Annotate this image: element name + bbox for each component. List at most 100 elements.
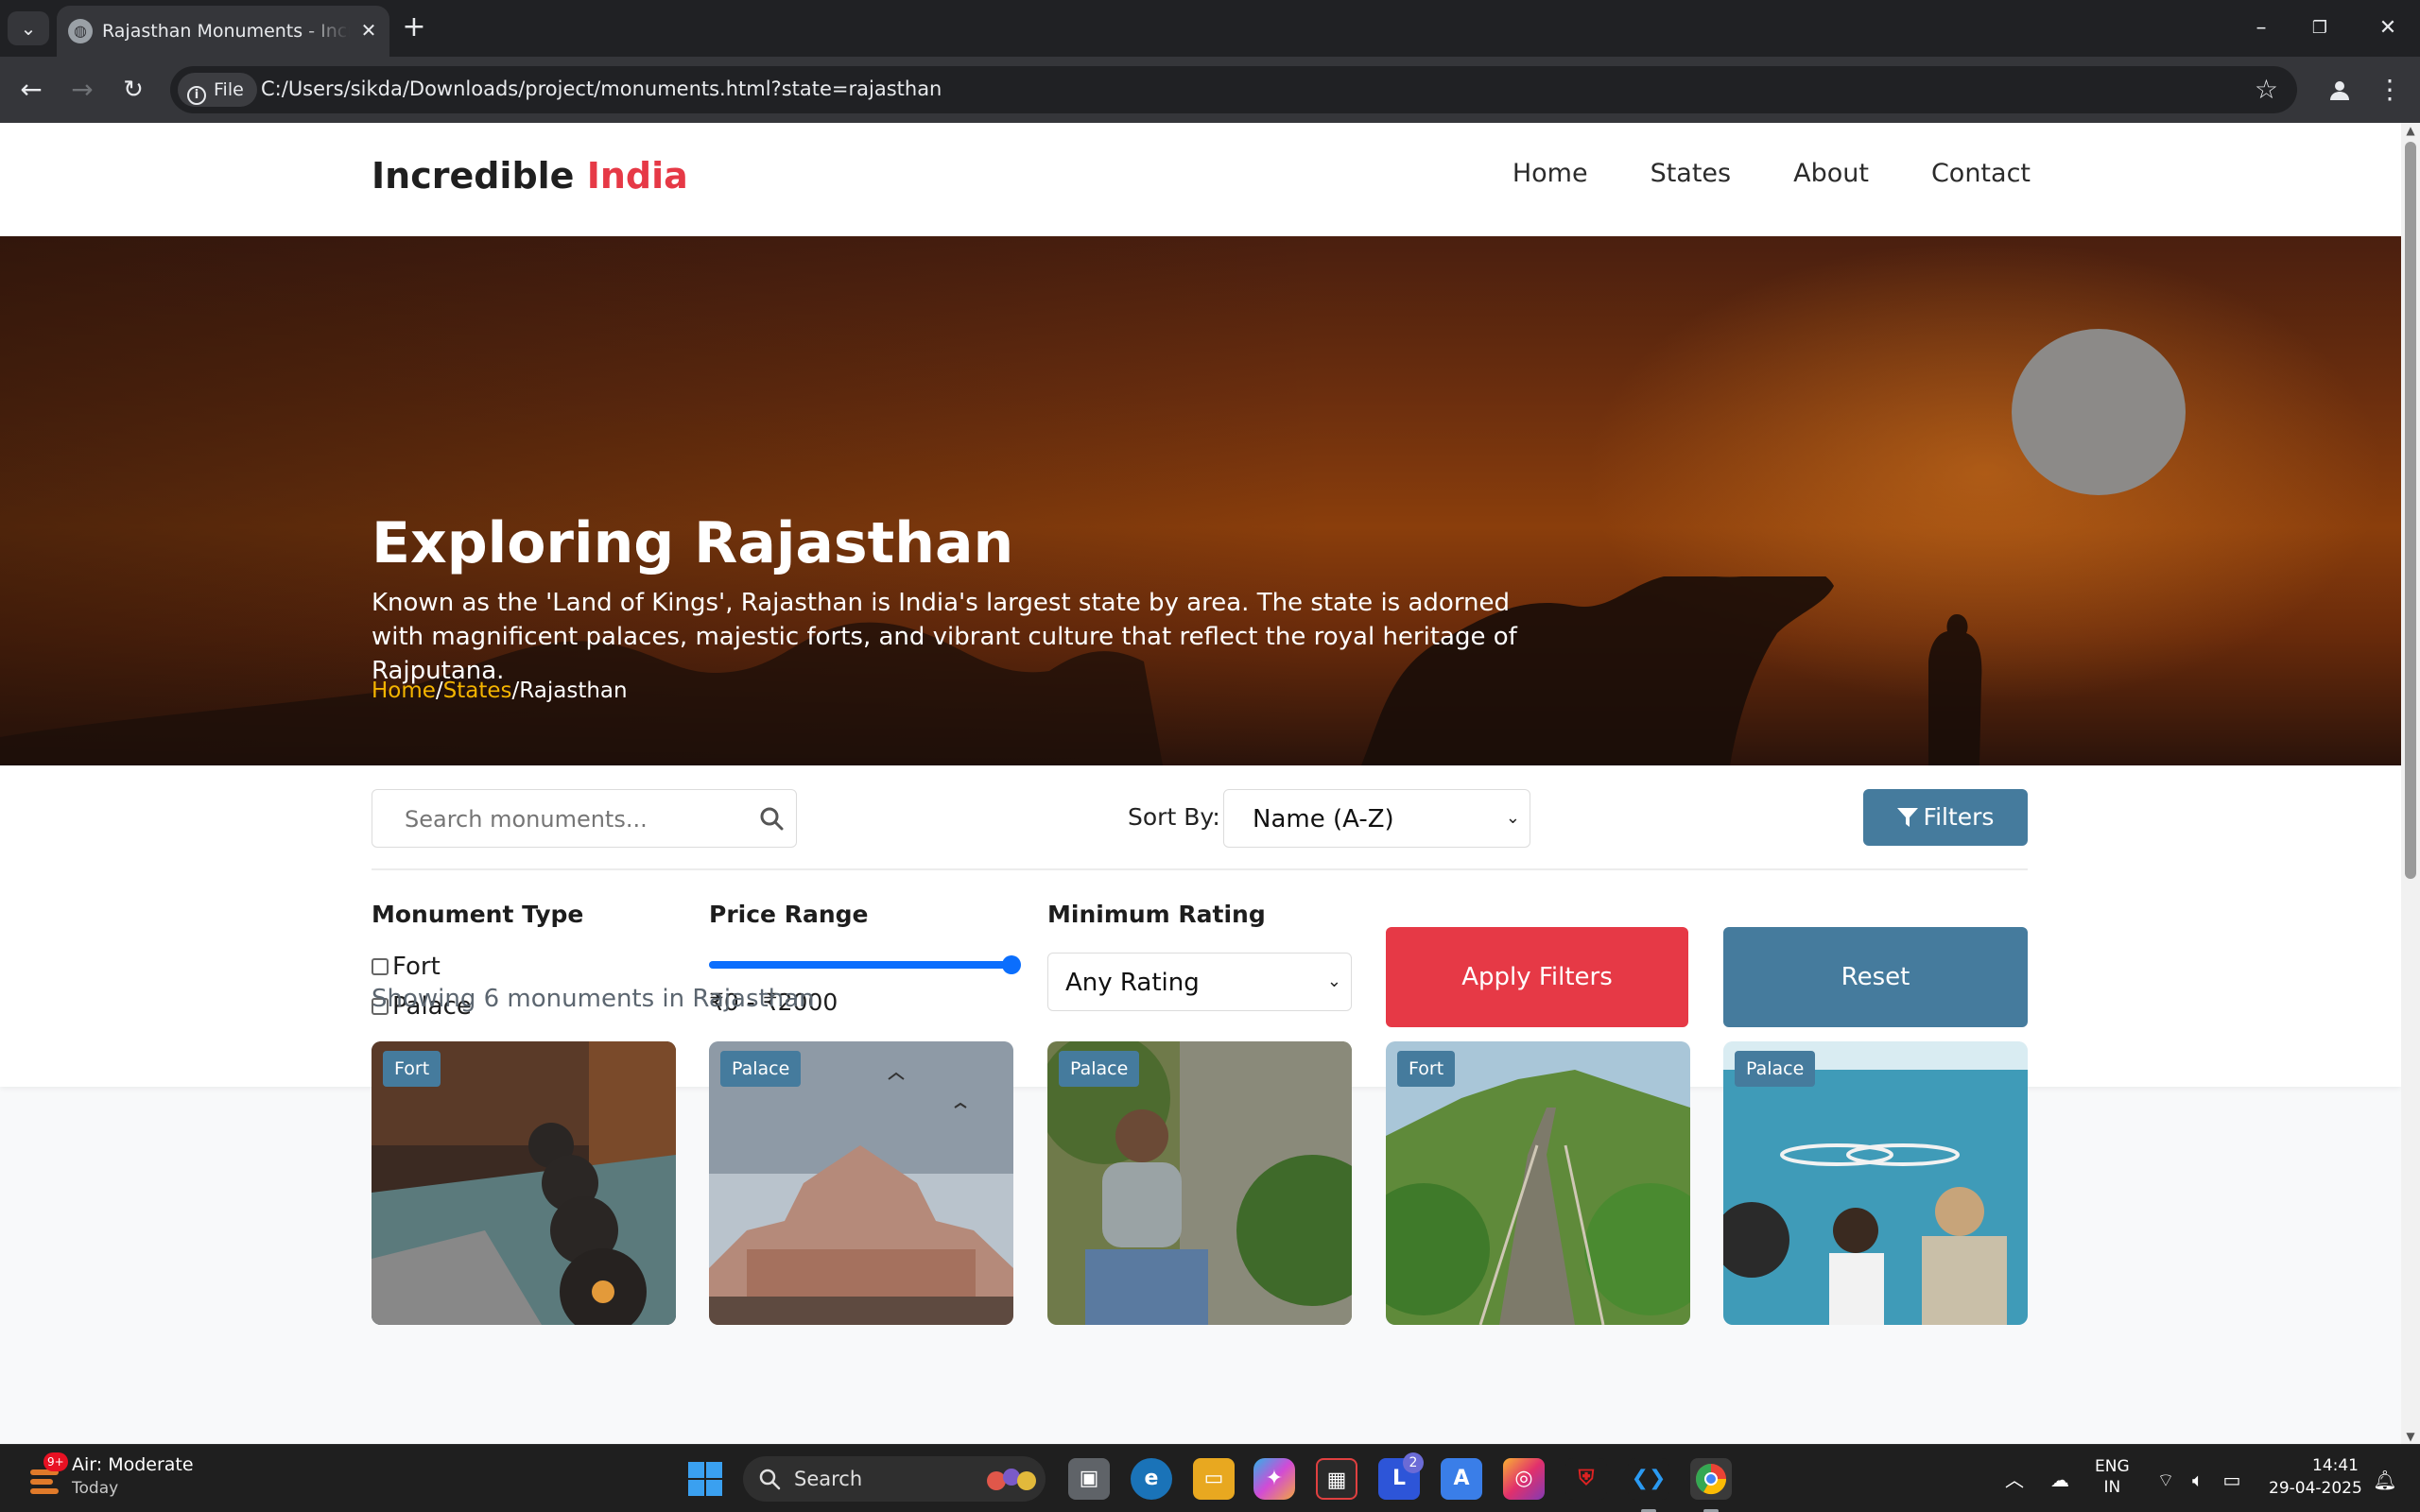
monument-card[interactable]: Palace [1047, 1041, 1352, 1325]
search-icon[interactable] [759, 806, 784, 831]
browser-tab-strip: ⌄ ◍ Rajasthan Monuments - Incredible Ind… [0, 0, 2420, 57]
show-hidden-icons-chevron-icon[interactable]: ︿ [2002, 1468, 2027, 1492]
site-info-chip[interactable]: i File [178, 73, 257, 107]
edge-browser-icon[interactable]: e [1131, 1458, 1172, 1500]
bookmark-star-icon[interactable]: ☆ [2255, 74, 2278, 105]
card-type-badge: Fort [1397, 1051, 1456, 1087]
profile-icon[interactable] [2320, 70, 2360, 110]
scrollbar-thumb[interactable] [2405, 142, 2416, 879]
input-language-indicator[interactable]: ENG IN [2095, 1456, 2130, 1498]
sort-label: Sort By: [1128, 803, 1220, 831]
panel-divider [372, 868, 2028, 870]
notification-bell-icon[interactable]: 🔔︎ [2373, 1468, 2397, 1492]
page-scrollbar[interactable]: ▲ ▼ [2401, 123, 2420, 1444]
vscode-icon[interactable]: ❮❯ [1628, 1458, 1669, 1512]
sort-select[interactable]: Name (A-Z) ⌄ [1223, 789, 1530, 848]
new-tab-plus-icon[interactable]: + [397, 11, 431, 45]
site-logo[interactable]: Incredible India [372, 155, 688, 197]
task-view-icon[interactable]: ▣ [1068, 1458, 1110, 1500]
clock-time: 14:41 [2312, 1456, 2359, 1475]
windows-start-icon[interactable] [688, 1462, 722, 1496]
sort-selected-value: Name (A-Z) [1253, 805, 1394, 833]
chevron-down-icon: ⌄ [1326, 971, 1341, 991]
wifi-icon[interactable]: ⌔ [2153, 1468, 2178, 1492]
hero-banner: Exploring Rajasthan Known as the 'Land o… [0, 236, 2401, 765]
reset-button[interactable]: Reset [1723, 927, 2028, 1027]
tab-search-chevron-icon[interactable]: ⌄ [8, 11, 49, 45]
monument-card[interactable]: Fort [1386, 1041, 1690, 1325]
sun-disc [2012, 329, 2186, 495]
reload-icon[interactable]: ↻ [113, 70, 153, 110]
apply-filters-button[interactable]: Apply Filters [1386, 927, 1688, 1027]
l-app-icon[interactable]: L2 [1378, 1452, 1424, 1500]
copilot-icon[interactable]: ✦ [1253, 1458, 1295, 1500]
card-type-badge: Palace [720, 1051, 802, 1087]
taskbar-search-box[interactable]: Search [743, 1456, 1046, 1502]
chevron-down-icon: ⌄ [1505, 808, 1520, 828]
minimize-icon[interactable]: – [2240, 9, 2282, 47]
breadcrumb-current: Rajasthan [519, 679, 628, 703]
fort-checkbox-label[interactable]: Fort [392, 953, 441, 981]
info-icon: i [187, 86, 206, 105]
system-clock[interactable]: 14:41 29-04-2025 [2269, 1454, 2362, 1500]
mcafee-shield-icon[interactable]: ⛨ [1565, 1458, 1607, 1500]
windows-taskbar: 9+ Air: Moderate Today Search ▣ e ▭ ✦ ▦ … [0, 1444, 2420, 1512]
microsoft-store-icon[interactable]: ▦ [1316, 1458, 1357, 1500]
taskbar-search-label: Search [794, 1468, 863, 1490]
monument-card[interactable]: Palace [1723, 1041, 2028, 1325]
card-type-badge: Palace [1735, 1051, 1816, 1087]
file-explorer-icon[interactable]: ▭ [1193, 1458, 1235, 1500]
kebab-menu-icon[interactable]: ⋮ [2371, 70, 2409, 110]
weather-widget-title[interactable]: Air: Moderate [72, 1454, 194, 1475]
forward-arrow-icon[interactable]: → [62, 70, 102, 110]
breadcrumb-states-link[interactable]: States [443, 679, 512, 703]
person-icon [2330, 81, 2349, 100]
scroll-up-arrow-icon[interactable]: ▲ [2405, 125, 2416, 136]
price-range-slider[interactable] [709, 955, 1021, 974]
nav-home-link[interactable]: Home [1512, 159, 1588, 188]
main-nav: Home States About Contact [1512, 159, 2031, 188]
nav-contact-link[interactable]: Contact [1931, 159, 2031, 188]
restore-icon[interactable]: ❐ [2299, 9, 2341, 47]
nav-states-link[interactable]: States [1651, 159, 1732, 188]
instagram-icon[interactable]: ◎ [1503, 1458, 1545, 1500]
onedrive-error-icon[interactable]: ☁ [2048, 1468, 2072, 1492]
scroll-down-arrow-icon[interactable]: ▼ [2405, 1431, 2416, 1442]
type-option-fort[interactable]: Fort [372, 953, 441, 981]
filters-toggle-button[interactable]: Filters [1863, 789, 2028, 846]
minimum-rating-title: Minimum Rating [1047, 901, 1266, 928]
fort-checkbox[interactable] [372, 958, 389, 975]
results-summary: Showing 6 monuments in Rajasthan [372, 985, 815, 1013]
tab-title: Rajasthan Monuments - Incredible India [102, 21, 350, 42]
address-bar[interactable]: i File C:/Users/sikda/Downloads/project/m… [170, 66, 2297, 113]
chrome-icon[interactable] [1690, 1458, 1732, 1512]
lang-line-1: ENG [2095, 1457, 2130, 1476]
page-viewport: Incredible India Home States About Conta… [0, 123, 2401, 1444]
globe-icon: ◍ [68, 19, 93, 43]
chrome-logo-icon [1695, 1464, 1727, 1495]
weather-widget-subtitle[interactable]: Today [72, 1479, 118, 1498]
browser-toolbar: ← → ↻ i File C:/Users/sikda/Downloads/pro… [0, 57, 2420, 123]
search-box[interactable] [372, 789, 797, 848]
rating-select[interactable]: Any Rating ⌄ [1047, 953, 1352, 1011]
price-range-thumb[interactable] [1002, 955, 1021, 974]
monument-card[interactable]: Fort [372, 1041, 676, 1325]
volume-icon[interactable]: 🔈︎ [2186, 1468, 2210, 1492]
url-text[interactable]: C:/Users/sikda/Downloads/project/monumen… [261, 77, 942, 100]
search-highlight-art-icon [987, 1469, 1036, 1490]
back-arrow-icon[interactable]: ← [11, 70, 51, 110]
browser-tab-active[interactable]: ◍ Rajasthan Monuments - Incredible India… [57, 6, 389, 57]
monument-type-title: Monument Type [372, 901, 584, 928]
breadcrumb: Home/States/Rajasthan [372, 679, 628, 703]
breadcrumb-home-link[interactable]: Home [372, 679, 436, 703]
price-range-fill [709, 961, 1011, 969]
funnel-icon [1896, 808, 1918, 827]
close-tab-icon[interactable]: ✕ [355, 17, 382, 43]
nav-about-link[interactable]: About [1793, 159, 1869, 188]
search-input[interactable] [405, 803, 745, 835]
close-window-icon[interactable]: ✕ [2367, 9, 2409, 47]
site-info-label: File [214, 79, 244, 100]
writing-app-icon[interactable]: A [1441, 1458, 1482, 1500]
battery-icon[interactable]: ▭ [2220, 1468, 2244, 1492]
monument-card[interactable]: Palace [709, 1041, 1013, 1325]
